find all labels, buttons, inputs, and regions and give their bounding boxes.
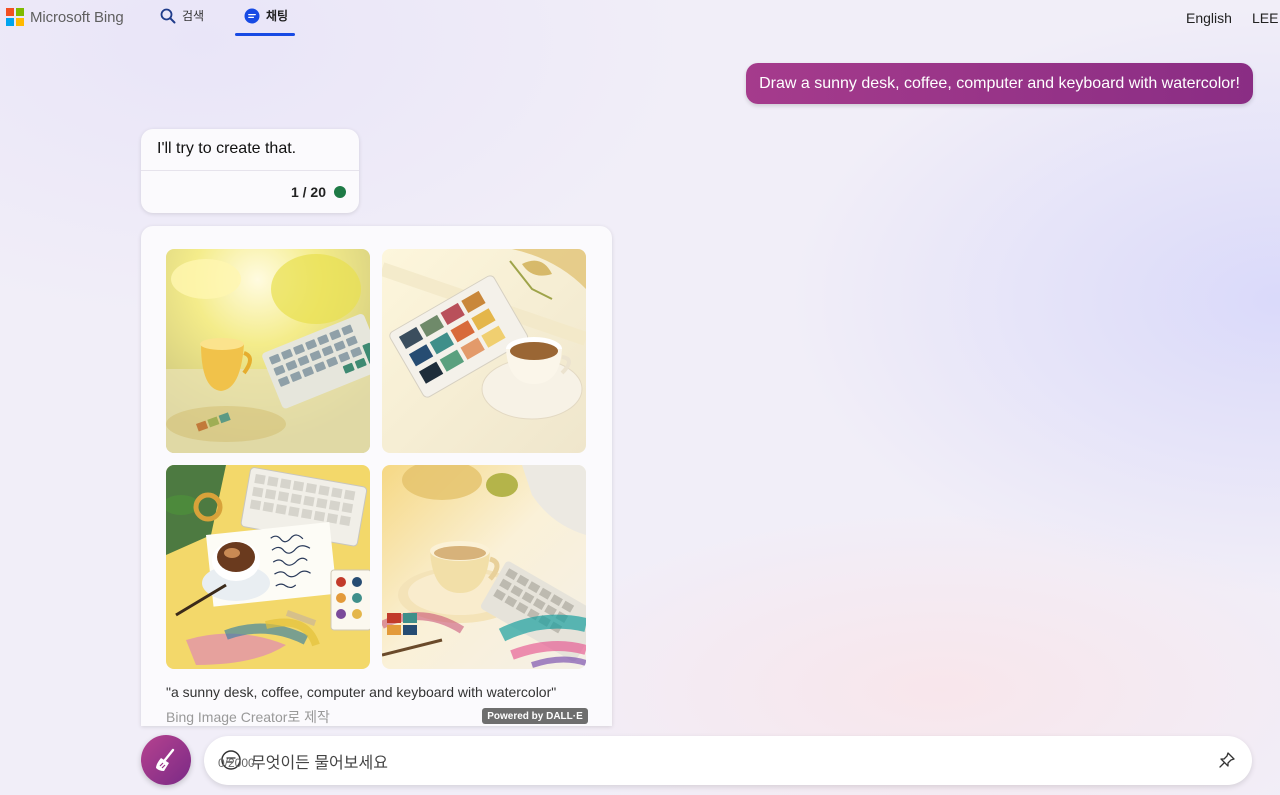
user-account[interactable]: LEE [1252,10,1278,26]
image-creator-link[interactable]: Bing Image Creator로 제작 [166,707,330,726]
bing-logo[interactable]: Microsoft Bing [6,8,124,26]
turn-counter: 1 / 20 [291,184,346,200]
image-prompt-caption: "a sunny desk, coffee, computer and keyb… [166,684,557,700]
divider [141,170,359,171]
char-counter: 0/2000 [218,756,255,770]
tab-chat[interactable]: 채팅 [244,7,288,24]
bot-message-text: I'll try to create that. [157,140,297,157]
chat-input-box[interactable]: 무엇이든 물어보세요 0/2000 [204,736,1252,785]
microsoft-logo-icon [6,8,24,26]
tab-search-label: 검색 [182,9,205,23]
powered-by-badge: Powered by DALL·E [482,708,588,724]
user-message: Draw a sunny desk, coffee, computer and … [746,63,1253,104]
search-icon [160,8,176,23]
active-tab-indicator [235,33,295,36]
chat-input-placeholder[interactable]: 무엇이든 물어보세요 [251,749,388,773]
generated-image-2[interactable] [382,249,586,453]
turn-counter-text: 1 / 20 [290,184,326,200]
broom-icon [156,748,175,771]
tab-search[interactable]: 검색 [160,7,204,24]
generated-image-4[interactable] [382,465,586,669]
bot-message: I'll try to create that. 1 / 20 [141,129,359,213]
generated-image-1[interactable] [166,249,370,453]
brand-name: Microsoft Bing [30,8,124,26]
top-bar: Microsoft Bing 검색 채팅 English LEE [0,0,1280,40]
chat-icon [244,8,260,23]
status-dot-icon [334,186,346,198]
new-topic-button[interactable] [141,735,191,785]
tab-chat-label: 채팅 [266,9,289,23]
language-selector[interactable]: English [1186,10,1232,26]
generated-image-3[interactable] [166,465,370,669]
pin-icon[interactable] [1218,751,1236,769]
image-result-card: "a sunny desk, coffee, computer and keyb… [141,226,612,726]
